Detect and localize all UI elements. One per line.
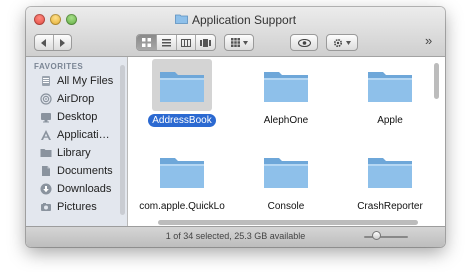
window-title-text: Application Support	[191, 13, 297, 27]
column-view-icon	[180, 38, 191, 47]
arrange-button[interactable]	[224, 34, 254, 51]
sidebar-item-library[interactable]: Library	[40, 144, 91, 161]
back-button[interactable]	[35, 35, 54, 50]
action-button[interactable]	[326, 34, 358, 51]
file-label: AddressBook	[148, 114, 216, 127]
folder-icon	[256, 145, 316, 197]
sidebar-item-label: Desktop	[57, 110, 98, 123]
sidebar-item-downloads[interactable]: Downloads	[40, 180, 111, 197]
list-view-button[interactable]	[157, 35, 177, 50]
toolbar-overflow-button[interactable]: »	[425, 33, 432, 48]
airdrop-icon	[40, 92, 52, 105]
gear-icon	[333, 38, 343, 47]
sidebar-item-pictures[interactable]: Pictures	[40, 198, 97, 215]
file-label: Apple	[377, 115, 403, 126]
grid-icon	[230, 38, 240, 47]
chevron-down-icon	[242, 40, 248, 45]
documents-icon	[40, 165, 52, 177]
file-item-apple[interactable]: Apple	[340, 59, 440, 127]
finder-window: Application Support » FAVORITES All My F…	[26, 7, 445, 247]
sidebar-item-label: Pictures	[57, 200, 97, 213]
eye-icon	[297, 38, 311, 47]
pictures-icon	[40, 201, 52, 213]
icon-size-slider[interactable]	[364, 236, 408, 238]
sidebar-item-documents[interactable]: Documents	[40, 162, 113, 179]
folder-icon	[152, 59, 212, 111]
desktop-icon	[40, 111, 52, 123]
chevron-down-icon	[346, 40, 351, 45]
file-item-console[interactable]: Console	[236, 145, 336, 213]
title-bar: Application Support »	[26, 7, 445, 57]
chevron-right-icon	[60, 38, 66, 47]
sidebar-scrollbar[interactable]	[120, 65, 125, 215]
sidebar-item-label: AirDrop	[57, 92, 95, 105]
file-item-com-apple-quicklook[interactable]: com.apple.QuickLo	[132, 145, 232, 213]
title-folder-icon	[175, 13, 188, 27]
sidebar-item-label: Library	[57, 146, 91, 159]
sidebar-item-desktop[interactable]: Desktop	[40, 108, 97, 125]
file-grid: AddressBook AlephOne Apple com.apple.Qui…	[128, 57, 445, 227]
sidebar-item-label: Downloads	[57, 182, 112, 195]
window-title: Application Support	[26, 13, 445, 27]
sidebar-item-all-my-files[interactable]: All My Files	[40, 72, 113, 89]
file-item-crashreporter[interactable]: CrashReporter	[340, 145, 440, 213]
sidebar-item-applications[interactable]: Applicati…	[40, 126, 110, 143]
file-label: CrashReporter	[357, 201, 423, 212]
file-label: Console	[267, 201, 305, 212]
forward-button[interactable]	[54, 35, 72, 50]
icon-size-slider-knob[interactable]	[372, 231, 381, 240]
horizontal-scrollbar[interactable]	[158, 220, 418, 225]
folder-icon	[360, 145, 420, 197]
column-view-button[interactable]	[177, 35, 197, 50]
icon-view-button[interactable]	[137, 35, 157, 50]
coverflow-view-button[interactable]	[196, 35, 215, 50]
file-label: com.apple.QuickLo	[139, 201, 225, 212]
quick-look-button[interactable]	[290, 34, 318, 51]
file-label: AlephOne	[263, 115, 309, 126]
folder-icon	[360, 59, 420, 111]
applications-icon	[40, 129, 52, 141]
all-files-icon	[40, 75, 52, 87]
folder-icon	[152, 145, 212, 197]
coverflow-view-icon	[200, 38, 212, 47]
file-item-addressbook[interactable]: AddressBook	[132, 59, 232, 127]
icon-view-icon	[141, 38, 151, 47]
chevron-left-icon	[40, 38, 46, 47]
downloads-icon	[40, 183, 52, 195]
nav-buttons	[34, 34, 72, 51]
folder-icon	[40, 147, 52, 159]
list-view-icon	[161, 38, 171, 46]
sidebar-heading: FAVORITES	[34, 62, 84, 71]
view-mode-buttons	[136, 34, 216, 51]
sidebar-item-label: Applicati…	[57, 128, 110, 141]
sidebar-item-label: All My Files	[57, 74, 114, 87]
folder-icon	[256, 59, 316, 111]
sidebar: FAVORITES All My Files AirDrop Desktop A…	[26, 57, 128, 227]
status-bar: 1 of 34 selected, 25.3 GB available	[26, 226, 445, 247]
sidebar-item-airdrop[interactable]: AirDrop	[40, 90, 94, 107]
vertical-scrollbar[interactable]	[434, 63, 439, 99]
sidebar-item-label: Documents	[57, 164, 113, 177]
file-item-alephone[interactable]: AlephOne	[236, 59, 336, 127]
